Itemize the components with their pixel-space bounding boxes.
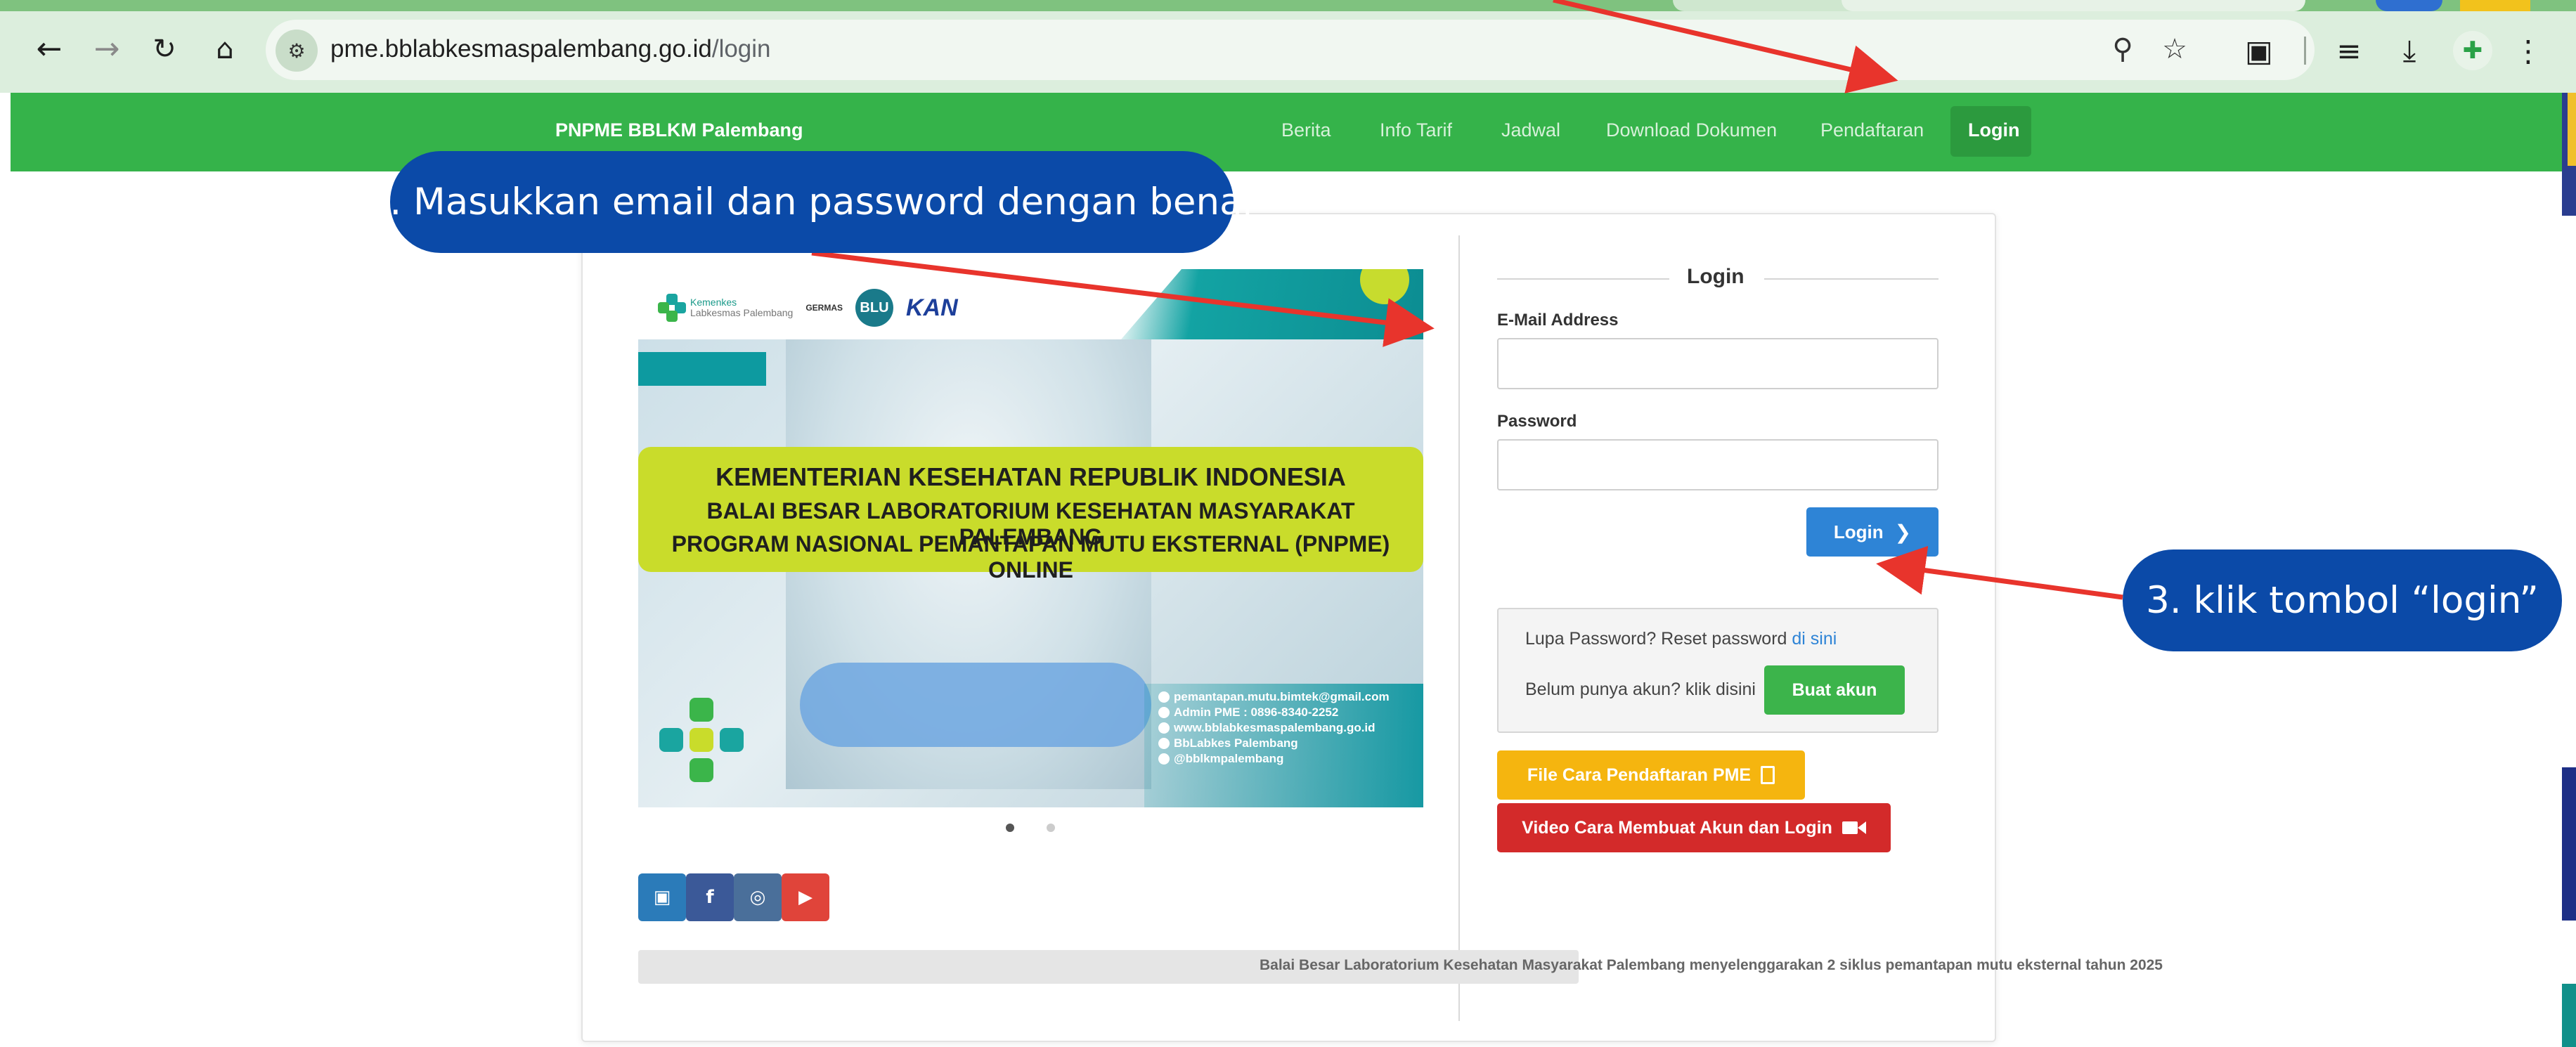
nav-link-download-dokumen[interactable]: Download Dokumen (1606, 119, 1777, 141)
edge-strip-bottom (2562, 984, 2576, 1047)
nav-link-berita[interactable]: Berita (1281, 119, 1331, 141)
chevron-right-icon: ❯ (1894, 520, 1912, 544)
site-info-icon[interactable]: ⚙ (276, 30, 318, 72)
url-path: /login (711, 35, 771, 63)
contact-list: pemantapan.mutu.bimtek@gmail.com Admin P… (1158, 689, 1418, 767)
file-guide-button[interactable]: File Cara Pendaftaran PME (1497, 750, 1805, 800)
reset-password-link[interactable]: di sini (1792, 629, 1837, 649)
browser-tab-blue[interactable] (2376, 0, 2442, 11)
file-guide-label: File Cara Pendaftaran PME (1527, 765, 1752, 785)
zoom-icon[interactable]: ⚲ (2102, 28, 2144, 70)
kemenkes-mark-icon (658, 294, 686, 322)
legend-line-left (1497, 278, 1669, 280)
contact-email: pemantapan.mutu.bimtek@gmail.com (1158, 689, 1418, 705)
kemenkes-subname: Labkesmas Palembang (690, 307, 794, 318)
contact-phone: Admin PME : 0896-8340-2252 (1158, 705, 1418, 720)
contact-phone-text: Admin PME : 0896-8340-2252 (1174, 705, 1339, 719)
video-camera-icon (1842, 821, 1866, 834)
carousel-banner[interactable]: Kemenkes Labkesmas Palembang GERMAS BLU … (638, 269, 1423, 807)
email-icon (1158, 691, 1170, 703)
reload-icon[interactable]: ↻ (143, 28, 186, 70)
labkesmas-emblem-icon (659, 698, 744, 782)
instagram-icon[interactable]: ◎ (734, 873, 782, 921)
youtube-icon[interactable]: ▶ (782, 873, 829, 921)
facebook-icon (1158, 738, 1170, 749)
video-guide-label: Video Cara Membuat Akun dan Login (1522, 817, 1832, 838)
facebook-icon[interactable]: f (686, 873, 734, 921)
contact-website: www.bblabkesmaspalembang.go.id (1158, 720, 1418, 736)
kan-logo: KAN (905, 294, 958, 321)
video-guide-button[interactable]: Video Cara Membuat Akun dan Login (1497, 803, 1891, 852)
no-account-text: Belum punya akun? klik disini (1525, 679, 1756, 699)
nav-link-info-tarif[interactable]: Info Tarif (1380, 119, 1452, 141)
contact-facebook-text: BbLabkes Palembang (1174, 736, 1298, 750)
nav-link-jadwal[interactable]: Jadwal (1501, 119, 1560, 141)
browser-tab-strip (0, 0, 2576, 11)
kemenkes-name: Kemenkes (690, 296, 737, 308)
bookmark-star-icon[interactable]: ☆ (2154, 28, 2196, 70)
menu-icon[interactable]: ⋮ (2506, 28, 2551, 73)
forgot-password-label: Lupa Password? Reset password (1525, 629, 1787, 649)
toolbar-separator (2304, 37, 2306, 65)
callout-step-3: 3. klik tombol “login” (2123, 549, 2562, 651)
email-field[interactable] (1497, 338, 1939, 389)
url-text[interactable]: pme.bblabkesmaspalembang.go.id/login (330, 35, 771, 63)
extensions-icon[interactable]: ▣ (2237, 28, 2281, 73)
create-account-button[interactable]: Buat akun (1764, 665, 1905, 715)
profile-avatar[interactable]: ✚ (2453, 31, 2492, 70)
password-field[interactable] (1497, 439, 1939, 490)
legend-line-right (1764, 278, 1939, 280)
banner-logos: Kemenkes Labkesmas Palembang GERMAS BLU … (658, 289, 958, 327)
url-domain: pme.bblabkesmaspalembang.go.id (330, 35, 712, 63)
contact-instagram-text: @bblkmpalembang (1174, 752, 1284, 765)
desktop-icon[interactable]: ▣ (638, 873, 686, 921)
email-label: E-Mail Address (1497, 311, 1619, 330)
home-icon[interactable]: ⌂ (204, 28, 246, 70)
card-divider (1458, 235, 1460, 1021)
login-button-label: Login (1833, 521, 1884, 542)
banner-title-line-3: PROGRAM NASIONAL PEMANTAPAN MUTU EKSTERN… (671, 531, 1390, 583)
contact-email-text: pemantapan.mutu.bimtek@gmail.com (1174, 690, 1390, 703)
lab-glove-shape (800, 663, 1151, 747)
forward-icon[interactable]: → (86, 28, 128, 70)
contact-facebook: BbLabkes Palembang (1158, 736, 1418, 751)
download-icon[interactable]: ⤓ (2387, 28, 2432, 73)
browser-tab-active[interactable] (1842, 0, 2305, 11)
instagram-icon (1158, 753, 1170, 765)
blu-logo: BLU (855, 289, 893, 327)
callout-step-2: 2. Masukkan email dan password dengan be… (366, 151, 1257, 253)
forgot-password-text: Lupa Password? Reset password di sini (1525, 629, 1837, 649)
browser-tab-yellow[interactable] (2460, 0, 2530, 11)
nav-link-login[interactable]: Login (1968, 119, 2019, 141)
carousel-dot[interactable] (1047, 824, 1055, 832)
back-icon[interactable]: ← (28, 28, 70, 70)
germas-logo: GERMAS (805, 303, 843, 313)
reading-list-icon[interactable]: ≡ (2326, 28, 2371, 73)
password-label: Password (1497, 412, 1577, 431)
globe-icon (1158, 722, 1170, 734)
banner-teal-block (638, 352, 766, 386)
carousel-dot-active[interactable] (1006, 824, 1014, 832)
contact-instagram: @bblkmpalembang (1158, 751, 1418, 767)
book-icon (1761, 766, 1775, 784)
site-brand[interactable]: PNPME BBLKM Palembang (555, 119, 803, 141)
contact-website-text: www.bblabkesmaspalembang.go.id (1174, 721, 1376, 734)
banner-title-line-1: KEMENTERIAN KESEHATAN REPUBLIK INDONESIA (716, 462, 1346, 491)
login-button[interactable]: Login ❯ (1806, 507, 1939, 557)
edge-strip-yellow (2568, 93, 2576, 166)
nav-link-pendaftaran[interactable]: Pendaftaran (1820, 119, 1924, 141)
edge-strip-middle (2562, 767, 2576, 921)
marquee-text: Balai Besar Laboratorium Kesehatan Masya… (1260, 957, 2163, 973)
kemenkes-logo: Kemenkes Labkesmas Palembang (658, 294, 793, 322)
login-legend: Login (1687, 265, 1745, 288)
whatsapp-icon (1158, 707, 1170, 718)
